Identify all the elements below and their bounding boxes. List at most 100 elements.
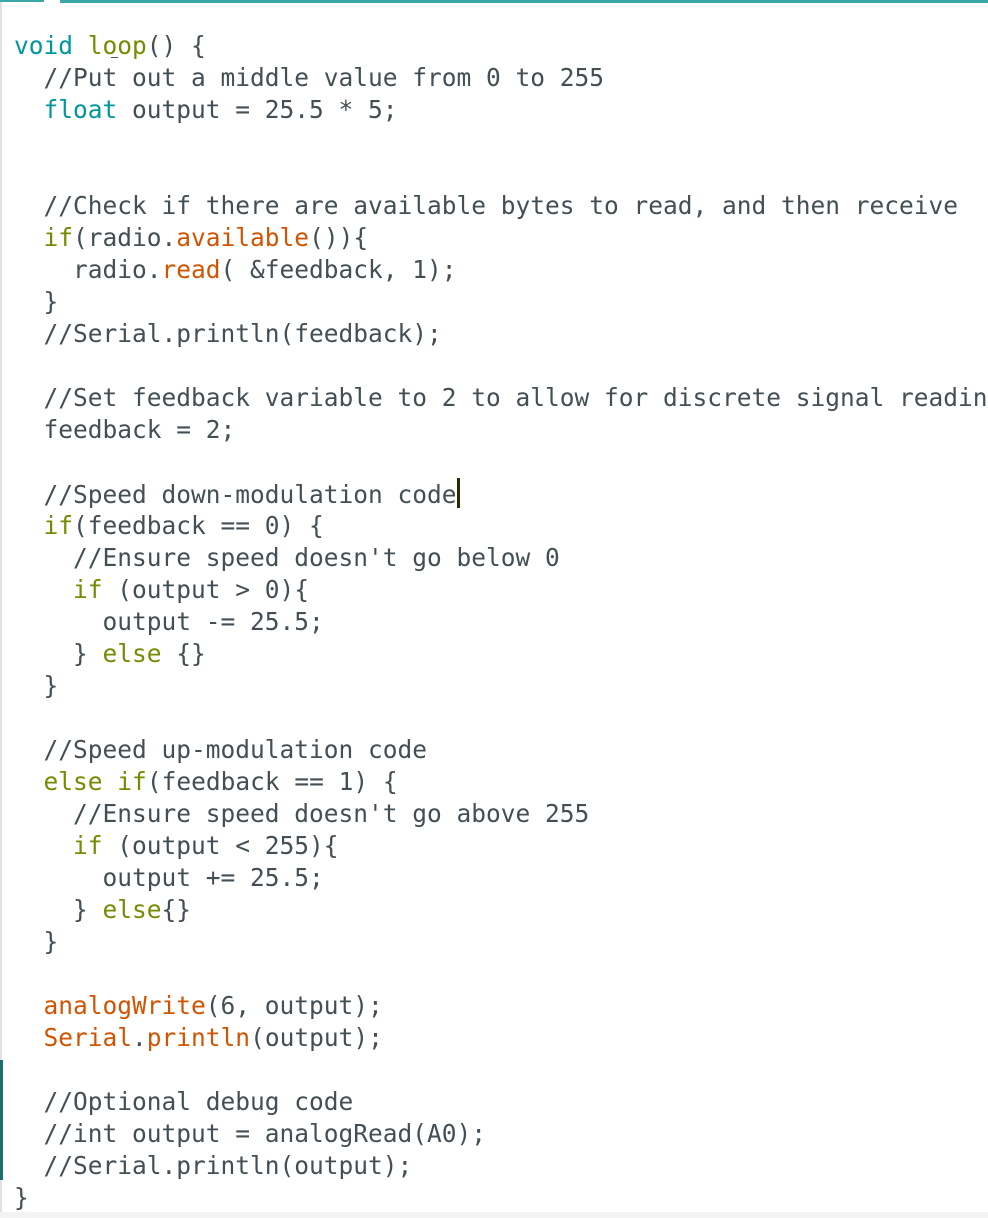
code-line[interactable] (14, 126, 988, 158)
code-text: output += 25.5; (14, 863, 324, 892)
code-text: } (14, 927, 59, 956)
code-line[interactable]: Serial.println(output); (14, 1022, 988, 1054)
editor-top-border (60, 0, 988, 3)
code-function: Serial (43, 1023, 133, 1052)
code-comment: //Ensure speed doesn't go below 0 (14, 543, 560, 572)
code-text: (6, output); (205, 991, 383, 1020)
code-line[interactable]: if(feedback == 0) { (14, 510, 988, 542)
code-text: ()){ (309, 223, 369, 252)
code-comment: //Optional debug code (14, 1087, 354, 1116)
code-comment: //Set feedback variable to 2 to allow fo… (14, 383, 988, 412)
code-text: (feedback == 0) { (73, 511, 324, 540)
code-line[interactable]: //Check if there are available bytes to … (14, 190, 988, 222)
code-line[interactable]: } else{} (14, 894, 988, 926)
code-keyword: void (14, 31, 74, 60)
code-line[interactable]: else if(feedback == 1) { (14, 766, 988, 798)
code-comment: //Put out a middle value from 0 to 255 (14, 63, 605, 92)
code-line[interactable]: } (14, 1182, 988, 1214)
code-keyword: if (73, 575, 103, 604)
code-line[interactable]: output -= 25.5; (14, 606, 988, 638)
code-line[interactable] (14, 446, 988, 478)
code-line[interactable]: //Put out a middle value from 0 to 255 (14, 62, 988, 94)
code-line[interactable]: if (output < 255){ (14, 830, 988, 862)
code-line[interactable] (14, 1054, 988, 1086)
code-line[interactable]: //Speed up-modulation code (14, 734, 988, 766)
code-line[interactable]: //Set feedback variable to 2 to allow fo… (14, 382, 988, 414)
code-line[interactable]: radio.read( &feedback, 1); (14, 254, 988, 286)
code-line[interactable]: //Ensure speed doesn't go above 255 (14, 798, 988, 830)
code-text: (output < 255){ (102, 831, 339, 860)
code-comment: //Speed up-modulation code (14, 735, 428, 764)
code-line[interactable]: if (output > 0){ (14, 574, 988, 606)
code-line[interactable]: float output = 25.5 * 5; (14, 94, 988, 126)
code-line[interactable]: //Ensure speed doesn't go below 0 (14, 542, 988, 574)
code-comment: //int output = analogRead(A0); (14, 1119, 487, 1148)
code-comment: //Serial.println(feedback); (14, 319, 442, 348)
code-text: ( &feedback, 1); (220, 255, 457, 284)
code-line[interactable]: //Speed down-modulation code (14, 478, 988, 510)
code-keyword: if (117, 767, 147, 796)
code-text: (output); (250, 1023, 383, 1052)
code-comment: //Speed down-modulation code (14, 480, 457, 509)
code-line[interactable]: //Serial.println(feedback); (14, 318, 988, 350)
code-line[interactable]: } (14, 286, 988, 318)
code-line[interactable]: void loop() { (14, 30, 988, 62)
code-text: output = 25.5 * 5; (117, 95, 398, 124)
code-keyword: if (73, 831, 103, 860)
code-text: } (14, 895, 103, 924)
code-comment: //Serial.println(output); (14, 1151, 413, 1180)
code-function: println (146, 1023, 251, 1052)
code-line[interactable]: //Optional debug code (14, 1086, 988, 1118)
code-text: } (14, 671, 59, 700)
code-keyword: else (102, 639, 162, 668)
tab-indicator (0, 0, 44, 2)
code-line[interactable]: } (14, 926, 988, 958)
code-text: (output > 0){ (102, 575, 310, 604)
code-line[interactable]: } (14, 670, 988, 702)
editor-left-edge (0, 0, 2, 1218)
code-line[interactable]: feedback = 2; (14, 414, 988, 446)
code-text: () { (146, 31, 206, 60)
code-text: } (14, 639, 103, 668)
code-line[interactable]: analogWrite(6, output); (14, 990, 988, 1022)
code-keyword: loop (87, 31, 147, 60)
code-comment: //Ensure speed doesn't go above 255 (14, 799, 590, 828)
text-caret (456, 478, 460, 508)
code-keyword: else (102, 895, 162, 924)
code-keyword: else (43, 767, 103, 796)
code-line[interactable] (14, 158, 988, 190)
code-keyword: if (43, 511, 74, 540)
code-text: {} (161, 895, 192, 924)
code-line[interactable] (14, 702, 988, 734)
code-text: output -= 25.5; (14, 607, 324, 636)
code-function: analogWrite (43, 991, 206, 1020)
code-line[interactable]: output += 25.5; (14, 862, 988, 894)
code-line[interactable]: } else {} (14, 638, 988, 670)
editor-left-marker (0, 1060, 3, 1180)
code-line[interactable]: if(radio.available()){ (14, 222, 988, 254)
code-text: } (14, 1183, 29, 1212)
editor-bottom-edge (0, 1212, 988, 1218)
code-text: . (132, 1023, 147, 1052)
code-line[interactable]: //int output = analogRead(A0); (14, 1118, 988, 1150)
code-text: (feedback == 1) { (146, 767, 398, 796)
code-line[interactable] (14, 350, 988, 382)
code-function: read (161, 255, 221, 284)
code-text: {} (161, 639, 206, 668)
code-line[interactable]: //Serial.println(output); (14, 1150, 988, 1182)
code-comment: //Check if there are available bytes to … (14, 191, 959, 220)
code-text: radio. (14, 255, 162, 284)
code-keyword: float (43, 95, 118, 124)
code-editor[interactable]: void loop() { //Put out a middle value f… (14, 30, 988, 1214)
code-line[interactable] (14, 958, 988, 990)
code-function: available (176, 223, 310, 252)
